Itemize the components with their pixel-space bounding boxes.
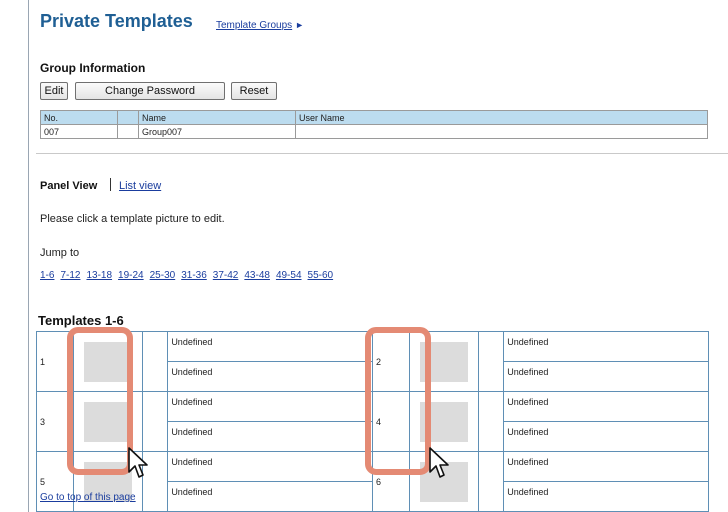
group-info-header-row: No. Name User Name <box>40 110 708 125</box>
jump-link-25-30[interactable]: 25-30 <box>150 270 176 281</box>
column-header-user-name: User Name <box>295 110 708 125</box>
instruction-text: Please click a template picture to edit. <box>40 213 225 225</box>
template-label: Undefined <box>167 391 373 422</box>
highlight-frame <box>365 327 431 475</box>
group-number-cell: 007 <box>40 124 118 139</box>
edit-button[interactable]: Edit <box>40 82 68 100</box>
divider <box>36 153 728 154</box>
jump-link-1-6[interactable]: 1-6 <box>40 270 54 281</box>
template-label: Undefined <box>167 331 373 362</box>
change-password-button[interactable]: Change Password <box>75 82 225 100</box>
template-label: Undefined <box>503 481 709 512</box>
jump-to-label: Jump to <box>40 247 80 259</box>
template-spacer-cell <box>478 451 505 512</box>
jump-link-43-48[interactable]: 43-48 <box>244 270 270 281</box>
jump-link-55-60[interactable]: 55-60 <box>308 270 334 281</box>
page-title: Private Templates <box>40 11 193 31</box>
template-label: Undefined <box>503 451 709 482</box>
view-separator <box>110 178 111 191</box>
template-spacer-cell <box>142 331 169 392</box>
templates-heading: Templates 1-6 <box>38 313 124 328</box>
group-name-cell: Group007 <box>138 124 296 139</box>
column-header-blank <box>117 110 139 125</box>
template-groups-link-label[interactable]: Template Groups <box>216 20 292 31</box>
jump-links: 1-6 7-12 13-18 19-24 25-30 31-36 37-42 43-48 49-… <box>40 270 339 281</box>
jump-link-7-12[interactable]: 7-12 <box>60 270 80 281</box>
group-user-name-cell <box>295 124 708 139</box>
column-header-name: Name <box>138 110 296 125</box>
template-label: Undefined <box>503 421 709 452</box>
jump-link-31-36[interactable]: 31-36 <box>181 270 207 281</box>
template-label: Undefined <box>503 361 709 392</box>
mouse-pointer-icon <box>429 447 449 478</box>
template-spacer-cell <box>478 391 505 452</box>
group-information-heading: Group Information <box>40 61 146 75</box>
frame-border <box>28 0 29 512</box>
triangle-right-icon: ► <box>295 20 305 30</box>
group-info-table: No. Name User Name 007 Group007 <box>40 110 708 139</box>
group-blank-cell <box>117 124 139 139</box>
template-label: Undefined <box>167 421 373 452</box>
go-to-top-link[interactable]: Go to top of this page <box>40 492 136 503</box>
mouse-pointer-icon <box>128 447 148 478</box>
template-label: Undefined <box>503 331 709 362</box>
template-label: Undefined <box>167 451 373 482</box>
highlight-frame <box>67 327 133 475</box>
template-groups-link[interactable]: Template Groups ► <box>216 20 304 31</box>
template-spacer-cell <box>142 391 169 452</box>
jump-link-37-42[interactable]: 37-42 <box>213 270 239 281</box>
template-label: Undefined <box>167 481 373 512</box>
jump-link-19-24[interactable]: 19-24 <box>118 270 144 281</box>
jump-link-13-18[interactable]: 13-18 <box>86 270 112 281</box>
column-header-no: No. <box>40 110 118 125</box>
panel-view-label: Panel View <box>40 180 98 192</box>
group-info-row: 007 Group007 <box>40 124 708 139</box>
jump-link-49-54[interactable]: 49-54 <box>276 270 302 281</box>
reset-button[interactable]: Reset <box>231 82 277 100</box>
list-view-link[interactable]: List view <box>119 180 161 192</box>
template-label: Undefined <box>167 361 373 392</box>
template-label: Undefined <box>503 391 709 422</box>
template-spacer-cell <box>478 331 505 392</box>
